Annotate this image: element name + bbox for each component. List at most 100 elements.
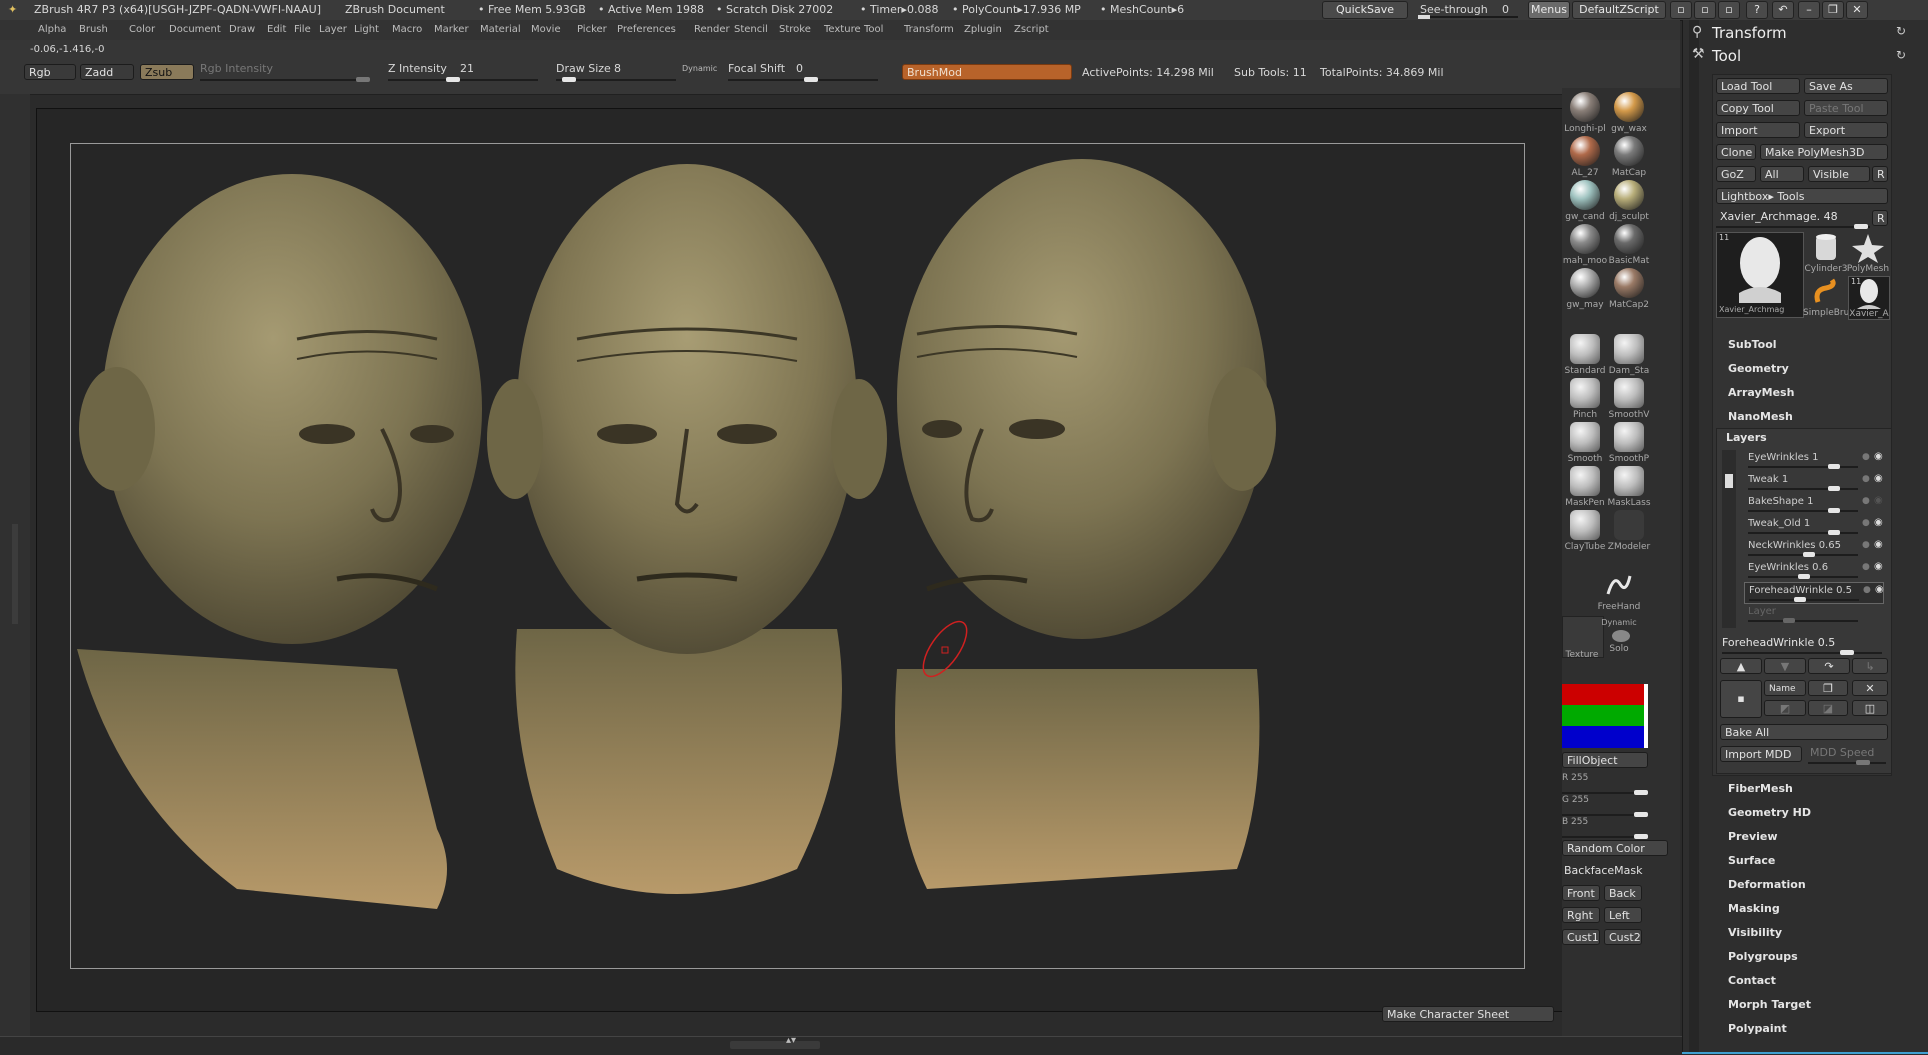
backface-mask-toggle[interactable]: BackfaceMask	[1564, 864, 1642, 877]
menu-picker[interactable]: Picker	[577, 24, 607, 35]
layer-strength-knob[interactable]	[1783, 618, 1795, 623]
quicksave-button[interactable]: QuickSave	[1322, 1, 1408, 19]
freehand-stroke-icon[interactable]	[1604, 570, 1634, 600]
material-2-icon[interactable]	[1570, 136, 1600, 166]
menu-movie[interactable]: Movie	[531, 24, 561, 35]
menu-tool[interactable]: Tool	[864, 24, 883, 35]
script-button[interactable]: DefaultZScript	[1572, 1, 1666, 19]
solo-icon[interactable]	[1612, 630, 1630, 642]
bake-all-button[interactable]: Bake All	[1720, 724, 1888, 740]
menu-color[interactable]: Color	[129, 24, 155, 35]
dynamic-label[interactable]: Dynamic	[682, 64, 717, 73]
layer-strength-slider[interactable]	[1722, 652, 1882, 654]
focal-shift-slider[interactable]	[728, 79, 878, 81]
undo-icon[interactable]: ↶	[1772, 1, 1794, 19]
left-shelf-handle[interactable]	[12, 524, 18, 624]
layers-scrollbar[interactable]	[1722, 450, 1736, 628]
layer-mode-icon[interactable]: ◫	[1852, 700, 1888, 716]
tool-slider-knob[interactable]	[1854, 224, 1868, 229]
draw-size-knob[interactable]	[562, 77, 576, 82]
layer-delete-icon[interactable]: ✕	[1852, 680, 1888, 696]
menu-material[interactable]: Material	[480, 24, 521, 35]
simplebrush-thumb[interactable]: SimpleBru	[1803, 276, 1849, 318]
menu-light[interactable]: Light	[354, 24, 379, 35]
save-as-button[interactable]: Save As	[1804, 78, 1888, 94]
layer-strength-knob[interactable]	[1840, 650, 1854, 655]
menu-stroke[interactable]: Stroke	[779, 24, 811, 35]
subpalette-deformation[interactable]: Deformation	[1728, 878, 1806, 891]
xavier-thumb[interactable]: 11 Xavier_A	[1848, 276, 1890, 320]
subpalette-fibermesh[interactable]: FiberMesh	[1728, 782, 1793, 795]
subpalette-polygroups[interactable]: Polygroups	[1728, 950, 1798, 963]
menu-document[interactable]: Document	[169, 24, 221, 35]
subpalette-surface[interactable]: Surface	[1728, 854, 1775, 867]
goz-button[interactable]: GoZ	[1716, 166, 1756, 182]
material-6-icon[interactable]	[1570, 224, 1600, 254]
layout-icon[interactable]: ▫	[1670, 1, 1692, 19]
layer-strength-knob[interactable]	[1828, 486, 1840, 491]
tool-r-button[interactable]: R	[1872, 210, 1888, 226]
layer-up-icon[interactable]: ▲	[1720, 658, 1762, 674]
import-button[interactable]: Import	[1716, 122, 1800, 138]
blue-knob[interactable]	[1634, 834, 1648, 839]
subpalette-visibility[interactable]: Visibility	[1728, 926, 1782, 939]
subpalette-geometry-hd[interactable]: Geometry HD	[1728, 806, 1811, 819]
layer-eye-icon[interactable]: ◉	[1874, 561, 1883, 572]
layer-strength-knob[interactable]	[1828, 530, 1840, 535]
random-color-button[interactable]: Random Color	[1562, 840, 1668, 856]
material-9-icon[interactable]	[1614, 268, 1644, 298]
brush-smooth-icon[interactable]	[1570, 422, 1600, 452]
material-0-icon[interactable]	[1570, 92, 1600, 122]
tray-divider[interactable]	[1689, 20, 1699, 1054]
mdd-speed-slider[interactable]	[1808, 762, 1886, 764]
minimize-icon[interactable]: –	[1798, 1, 1820, 19]
layer-down-icon[interactable]: ▼	[1764, 658, 1806, 674]
brush-standard-icon[interactable]	[1570, 334, 1600, 364]
transform-palette-title[interactable]: Transform	[1712, 24, 1787, 42]
layer-redo-icon[interactable]: ↷	[1808, 658, 1850, 674]
layer-eye-icon[interactable]: ◉	[1874, 495, 1883, 506]
menu-preferences[interactable]: Preferences	[617, 24, 676, 35]
layer-eye-icon[interactable]: ◉	[1875, 584, 1884, 595]
custom1-view-button[interactable]: Cust1	[1562, 929, 1600, 945]
layer-row[interactable]: BakeShape 1 ● ◉	[1744, 494, 1883, 514]
tool-thumb-main[interactable]: 11 Xavier_Archmag	[1716, 232, 1804, 318]
left-view-button[interactable]: Left	[1604, 907, 1642, 923]
export-button[interactable]: Export	[1804, 122, 1888, 138]
help-icon[interactable]: ?	[1746, 1, 1768, 19]
layer-record-icon[interactable]: ●	[1862, 562, 1870, 572]
custom2-view-button[interactable]: Cust2	[1604, 929, 1642, 945]
bottom-shelf-handle[interactable]	[730, 1041, 820, 1049]
subpalette-arraymesh[interactable]: ArrayMesh	[1728, 386, 1794, 399]
green-knob[interactable]	[1634, 812, 1648, 817]
menu-texture[interactable]: Texture	[824, 24, 861, 35]
brush-pinch-icon[interactable]	[1570, 378, 1600, 408]
right-view-button[interactable]: Rght	[1562, 907, 1600, 923]
layer-name-button[interactable]: Name	[1764, 680, 1806, 696]
layer-merge-icon[interactable]: ↳	[1852, 658, 1888, 674]
layer-row[interactable]: Tweak 1 ● ◉	[1744, 472, 1883, 492]
expand-icon[interactable]: ▴▾	[786, 1035, 796, 1046]
layer-strength-track[interactable]	[1748, 620, 1858, 622]
menu-edit[interactable]: Edit	[267, 24, 286, 35]
menu-alpha[interactable]: Alpha	[38, 24, 66, 35]
menu-stencil[interactable]: Stencil	[734, 24, 768, 35]
material-4-icon[interactable]	[1570, 180, 1600, 210]
tool-palette-title[interactable]: Tool	[1712, 47, 1741, 65]
layer-strength-knob[interactable]	[1794, 597, 1806, 602]
mdd-speed-knob[interactable]	[1856, 760, 1870, 765]
menus-button[interactable]: Menus	[1528, 1, 1570, 19]
layer-eye-icon[interactable]: ◉	[1874, 517, 1883, 528]
color-picker[interactable]	[1562, 684, 1646, 748]
load-tool-button[interactable]: Load Tool	[1716, 78, 1800, 94]
make-polymesh-button[interactable]: Make PolyMesh3D	[1760, 144, 1888, 160]
layer-record-icon[interactable]: ●	[1862, 496, 1870, 506]
brush-zmodeler-icon[interactable]	[1614, 510, 1644, 540]
rgb-intensity-slider[interactable]	[200, 79, 370, 81]
transform-reset-icon[interactable]: ↻	[1896, 24, 1906, 38]
material-5-icon[interactable]	[1614, 180, 1644, 210]
menu-file[interactable]: File	[294, 24, 311, 35]
subpalette-masking[interactable]: Masking	[1728, 902, 1780, 915]
tool-reset-icon[interactable]: ↻	[1896, 48, 1906, 62]
layer-split-icon[interactable]: ◪	[1808, 700, 1848, 716]
